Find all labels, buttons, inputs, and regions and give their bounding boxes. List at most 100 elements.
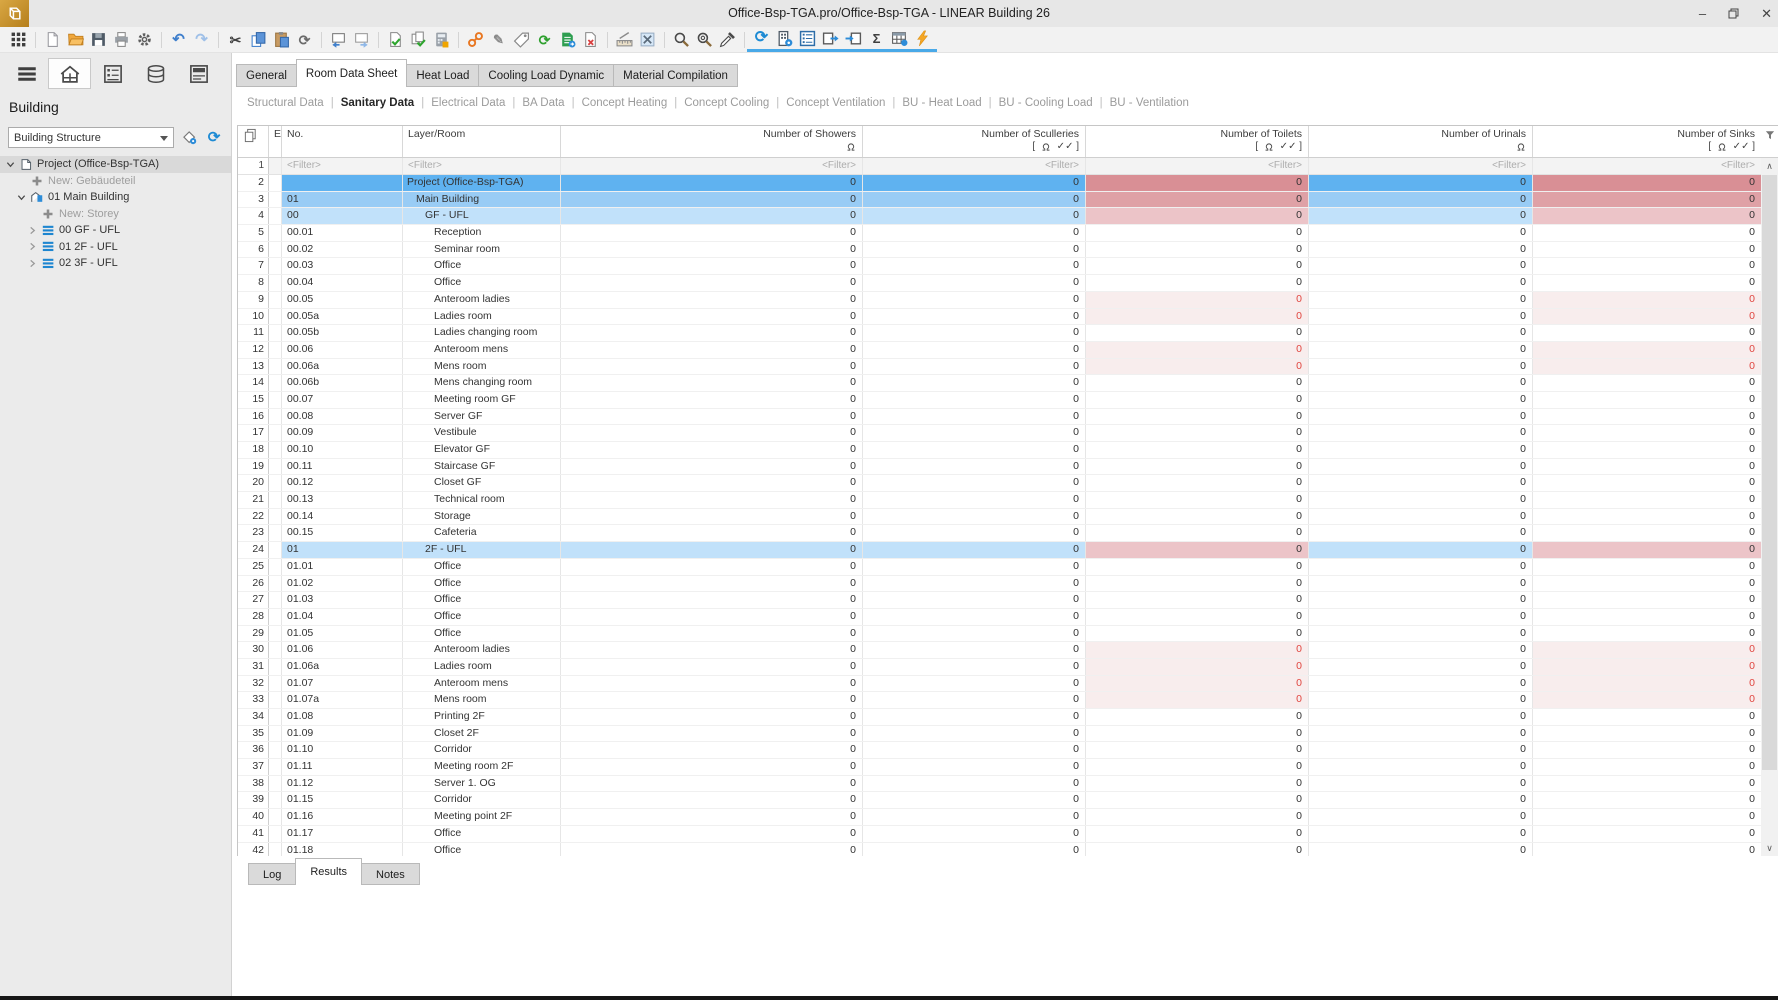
cell-showers[interactable]: 0 (561, 742, 863, 758)
cell-sinks[interactable]: 0 (1533, 375, 1761, 391)
cell-sculleries[interactable]: 0 (863, 642, 1086, 658)
cell-no[interactable]: 00.14 (282, 509, 403, 525)
cell-et[interactable] (269, 492, 282, 508)
cell-sculleries[interactable]: 0 (863, 792, 1086, 808)
cell-room[interactable]: Reception (403, 225, 561, 241)
cell-no[interactable]: 01.07a (282, 692, 403, 708)
sub-tab-ba-data[interactable]: BA Data (515, 97, 571, 109)
cell-sculleries[interactable]: 0 (863, 409, 1086, 425)
cell-showers[interactable]: 0 (561, 626, 863, 642)
new-document-icon[interactable] (42, 30, 63, 50)
cell-sinks[interactable]: 0 (1533, 342, 1761, 358)
cell-toilets[interactable]: 0 (1086, 225, 1309, 241)
cell-toilets[interactable]: 0 (1086, 342, 1309, 358)
cell-et[interactable] (269, 742, 282, 758)
cell-et[interactable] (269, 375, 282, 391)
cell-urinals[interactable]: 0 (1309, 292, 1533, 308)
cell-showers[interactable]: 0 (561, 459, 863, 475)
cell-no[interactable]: 00 (282, 208, 403, 224)
cell-et[interactable] (269, 359, 282, 375)
cell-et[interactable] (269, 325, 282, 341)
sum-icon[interactable]: Σ (866, 28, 887, 48)
close-button[interactable]: ✕ (1761, 6, 1772, 22)
cell-room[interactable]: Storage (403, 509, 561, 525)
cell-no[interactable]: 00.05a (282, 309, 403, 325)
cell-room[interactable]: Seminar room (403, 242, 561, 258)
tab-cooling-load-dynamic[interactable]: Cooling Load Dynamic (478, 64, 614, 87)
cell-no[interactable]: 01.12 (282, 776, 403, 792)
cell-showers[interactable]: 0 (561, 559, 863, 575)
cell-no[interactable]: 01.02 (282, 576, 403, 592)
column-header-showers[interactable]: Number of Showers (561, 126, 863, 157)
cell-sculleries[interactable]: 0 (863, 425, 1086, 441)
cell-urinals[interactable]: 0 (1309, 175, 1533, 191)
cut-icon[interactable]: ✂ (225, 30, 246, 50)
cell-room[interactable]: Office (403, 843, 561, 857)
cell-room[interactable]: Office (403, 559, 561, 575)
cell-room[interactable]: Anteroom mens (403, 342, 561, 358)
excel-export-icon[interactable] (557, 30, 578, 50)
scroll-down-icon[interactable]: ∨ (1761, 840, 1778, 856)
sidebar-tab-list-details[interactable] (91, 58, 134, 89)
cell-sinks[interactable]: 0 (1533, 392, 1761, 408)
cell-sinks[interactable]: 0 (1533, 309, 1761, 325)
cell-et[interactable] (269, 225, 282, 241)
cell-showers[interactable]: 0 (561, 826, 863, 842)
cell-et[interactable] (269, 475, 282, 491)
tree-item[interactable]: 00 GF - UFL (0, 222, 231, 239)
cell-et[interactable] (269, 809, 282, 825)
cancel-document-icon[interactable] (580, 30, 601, 50)
vertical-scrollbar[interactable]: ∧ ∨ (1761, 126, 1778, 856)
chevron-expanded-icon[interactable] (15, 193, 27, 202)
chevron-collapsed-icon[interactable] (26, 242, 38, 251)
cell-sinks[interactable]: 0 (1533, 459, 1761, 475)
calculate-lightning-icon[interactable] (912, 28, 933, 48)
cell-urinals[interactable]: 0 (1309, 525, 1533, 541)
filter-cell-urinals[interactable]: <Filter> (1309, 158, 1533, 174)
cell-no[interactable]: 00.06a (282, 359, 403, 375)
cell-et[interactable] (269, 776, 282, 792)
copy-icon[interactable] (248, 30, 269, 50)
cell-urinals[interactable]: 0 (1309, 375, 1533, 391)
cell-toilets[interactable]: 0 (1086, 609, 1309, 625)
cell-sculleries[interactable]: 0 (863, 375, 1086, 391)
paste-icon[interactable] (271, 30, 292, 50)
cell-sinks[interactable]: 0 (1533, 843, 1761, 857)
cell-et[interactable] (269, 192, 282, 208)
column-header-urinals[interactable]: Number of Urinals (1309, 126, 1533, 157)
cell-urinals[interactable]: 0 (1309, 442, 1533, 458)
cell-sculleries[interactable]: 0 (863, 559, 1086, 575)
cell-et[interactable] (269, 509, 282, 525)
cell-et[interactable] (269, 459, 282, 475)
cell-room[interactable]: Elevator GF (403, 442, 561, 458)
cell-no[interactable]: 00.12 (282, 475, 403, 491)
cell-toilets[interactable]: 0 (1086, 392, 1309, 408)
sidebar-tab-report[interactable] (177, 58, 220, 89)
cell-sinks[interactable]: 0 (1533, 525, 1761, 541)
building-settings-icon[interactable] (774, 28, 795, 48)
column-header-toilets[interactable]: Number of Toilets[ ✓✓ ] (1086, 126, 1309, 157)
window-next-icon[interactable] (351, 30, 372, 50)
cell-showers[interactable]: 0 (561, 843, 863, 857)
cell-showers[interactable]: 0 (561, 275, 863, 291)
building-structure-select[interactable]: Building Structure (8, 127, 174, 148)
cell-toilets[interactable]: 0 (1086, 592, 1309, 608)
cell-urinals[interactable]: 0 (1309, 676, 1533, 692)
cell-et[interactable] (269, 626, 282, 642)
cell-toilets[interactable]: 0 (1086, 258, 1309, 274)
cell-sinks[interactable]: 0 (1533, 609, 1761, 625)
cell-et[interactable] (269, 692, 282, 708)
cell-room[interactable]: GF - UFL (403, 208, 561, 224)
cell-showers[interactable]: 0 (561, 576, 863, 592)
cell-sinks[interactable]: 0 (1533, 208, 1761, 224)
cell-showers[interactable]: 0 (561, 692, 863, 708)
cell-no[interactable]: 00.08 (282, 409, 403, 425)
cell-room[interactable]: Office (403, 626, 561, 642)
cell-no[interactable]: 00.06b (282, 375, 403, 391)
cell-toilets[interactable]: 0 (1086, 292, 1309, 308)
cell-no[interactable]: 00.15 (282, 525, 403, 541)
cell-sculleries[interactable]: 0 (863, 659, 1086, 675)
cell-sinks[interactable]: 0 (1533, 576, 1761, 592)
cell-showers[interactable]: 0 (561, 258, 863, 274)
sub-tab-bu-ventilation[interactable]: BU - Ventilation (1103, 97, 1196, 109)
